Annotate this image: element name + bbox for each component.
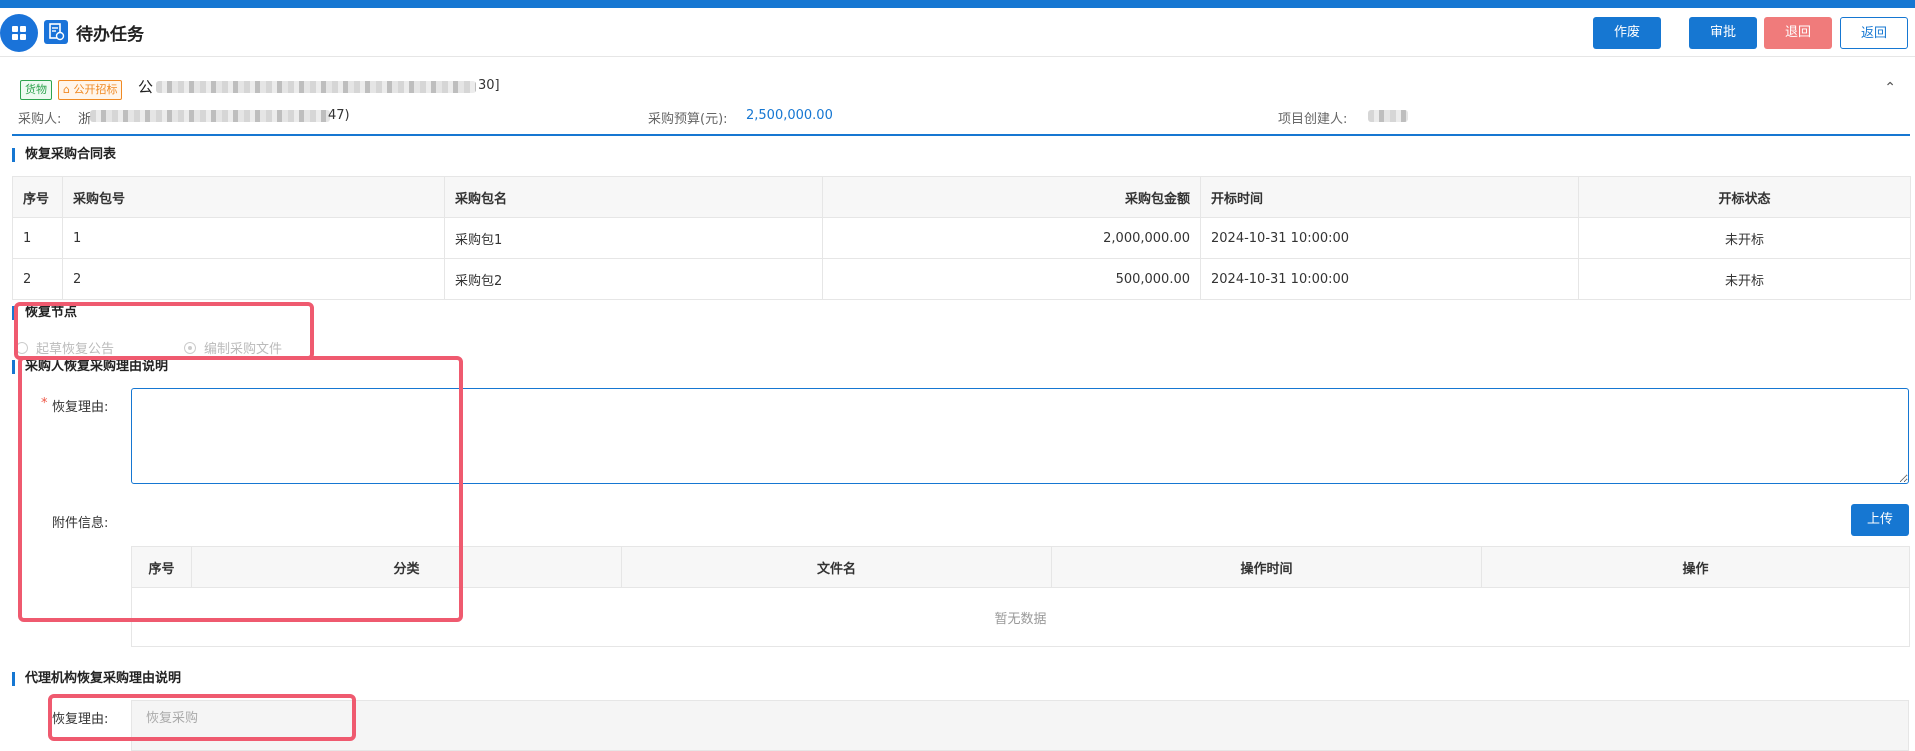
highlight-box-restore-node [14, 302, 314, 360]
col-header-file-name: 文件名 [621, 546, 1052, 588]
cell-open-status: 未开标 [1578, 258, 1911, 300]
tag-public-tender: ⌂ 公开招标 [58, 80, 123, 100]
cell-index: 1 [12, 217, 63, 259]
cell-open-time: 2024-10-31 10:00:00 [1200, 217, 1579, 259]
cell-package-amount: 500,000.00 [822, 258, 1201, 300]
app-menu-button[interactable] [0, 14, 38, 52]
tag-goods: 货物 [20, 80, 52, 100]
contract-table: 序号 采购包号 采购包名 采购包金额 开标时间 开标状态 1 1 采购包1 2,… [12, 176, 1911, 300]
page-header: 待办任务 作废 审批 退回 返回 [0, 8, 1915, 57]
project-name-redacted [156, 81, 476, 93]
buyer-name-redacted [90, 110, 330, 122]
void-button[interactable]: 作废 [1593, 17, 1661, 49]
budget-label: 采购预算(元): [648, 112, 728, 127]
project-name-suffix: 30] [478, 78, 500, 93]
cell-index: 2 [12, 258, 63, 300]
col-header-operation: 操作 [1481, 546, 1910, 588]
creator-label: 项目创建人: [1278, 112, 1348, 127]
cell-package-no: 2 [62, 258, 445, 300]
agency-reason-section-title: 代理机构恢复采购理由说明 [12, 672, 181, 686]
cell-package-name: 采购包2 [444, 258, 823, 300]
buyer-suffix: 47) [328, 108, 350, 123]
budget-value: 2,500,000.00 [746, 108, 833, 123]
col-header-package-no: 采购包号 [62, 176, 445, 218]
col-header-package-name: 采购包名 [444, 176, 823, 218]
grid-icon [12, 26, 26, 40]
contract-table-section-title: 恢复采购合同表 [12, 148, 116, 162]
project-info-bar: 货物 ⌂ 公开招标 公 30] ⌃ 采购人: 浙 47) 采购预算(元): 2,… [12, 68, 1910, 136]
table-header-row: 序号 采购包号 采购包名 采购包金额 开标时间 开标状态 [12, 176, 1911, 218]
col-header-package-amount: 采购包金额 [822, 176, 1201, 218]
cell-open-time: 2024-10-31 10:00:00 [1200, 258, 1579, 300]
buyer-label: 采购人: [18, 112, 62, 127]
upload-button[interactable]: 上传 [1851, 504, 1909, 536]
cell-package-amount: 2,000,000.00 [822, 217, 1201, 259]
cell-package-no: 1 [62, 217, 445, 259]
table-row: 1 1 采购包1 2,000,000.00 2024-10-31 10:00:0… [12, 217, 1911, 259]
tag-public-tender-label: 公开招标 [73, 83, 118, 96]
collapse-chevron-icon[interactable]: ⌃ [1884, 80, 1896, 96]
reject-button[interactable]: 退回 [1764, 17, 1832, 49]
creator-name-redacted [1368, 110, 1408, 122]
highlight-box-buyer-reason [18, 356, 463, 622]
col-header-index: 序号 [12, 176, 63, 218]
document-icon [44, 20, 68, 44]
lock-icon: ⌂ [63, 83, 74, 96]
page-title: 待办任务 [76, 25, 144, 45]
col-header-operate-time: 操作时间 [1051, 546, 1482, 588]
col-header-open-status: 开标状态 [1578, 176, 1911, 218]
top-accent-strip [0, 0, 1915, 8]
col-header-open-time: 开标时间 [1200, 176, 1579, 218]
highlight-box-agency-reason [48, 694, 356, 741]
cell-open-status: 未开标 [1578, 217, 1911, 259]
agency-reason-readonly-field: 恢复采购 [131, 700, 1909, 751]
approve-button[interactable]: 审批 [1689, 17, 1757, 49]
table-row: 2 2 采购包2 500,000.00 2024-10-31 10:00:00 … [12, 258, 1911, 300]
project-name-prefix: 公 [138, 78, 154, 96]
back-button[interactable]: 返回 [1840, 17, 1908, 49]
cell-package-name: 采购包1 [444, 217, 823, 259]
